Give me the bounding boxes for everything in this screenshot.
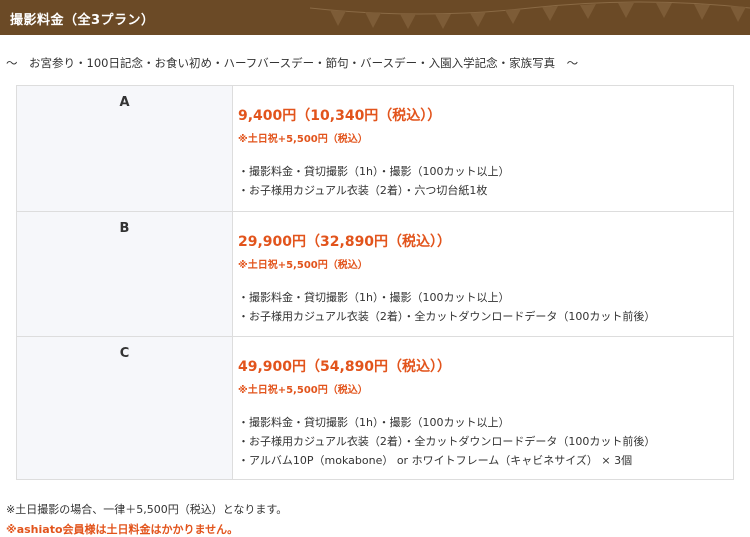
plan-row-b: B 29,900円（32,890円（税込）） ※土日祝+5,500円（税込） ・… <box>16 211 734 337</box>
bunting-decoration <box>310 1 750 29</box>
weekend-surcharge: ※土日祝+5,500円（税込） <box>238 260 368 271</box>
plan-name: B <box>16 211 233 337</box>
plan-detail: 29,900円（32,890円（税込）） ※土日祝+5,500円（税込） ・撮影… <box>232 211 734 337</box>
plan-item: ・お子様用カジュアル衣装（2着）・全カットダウンロードデータ（100カット前後） <box>238 310 656 323</box>
plan-detail: 9,400円（10,340円（税込）） ※土日祝+5,500円（税込） ・撮影料… <box>232 85 734 212</box>
weekend-surcharge: ※土日祝+5,500円（税込） <box>238 385 368 396</box>
occasion-list: ～ お宮参り・100日記念・お食い初め・ハーフバースデー・節句・バースデー・入園… <box>6 56 579 70</box>
plan-item: ・アルバム10P（mokabone） or ホワイトフレーム（キャビネサイズ） … <box>238 454 633 467</box>
plan-item: ・お子様用カジュアル衣装（2着）・全カットダウンロードデータ（100カット前後） <box>238 435 656 448</box>
weekend-surcharge: ※土日祝+5,500円（税込） <box>238 134 368 145</box>
plan-row-a: A 9,400円（10,340円（税込）） ※土日祝+5,500円（税込） ・撮… <box>16 85 734 212</box>
plan-item: ・お子様用カジュアル衣装（2着）・六つ切台紙1枚 <box>238 184 488 197</box>
plan-price: 29,900円（32,890円（税込）） <box>238 234 452 250</box>
member-note: ※ashiato会員様は土日料金はかかりません。 <box>6 523 239 536</box>
plan-name: A <box>16 85 233 212</box>
plan-item: ・撮影料金・貸切撮影（1h）・撮影（100カット以上） <box>238 165 510 178</box>
plan-price: 9,400円（10,340円（税込）） <box>238 108 442 124</box>
plan-detail: 49,900円（54,890円（税込）） ※土日祝+5,500円（税込） ・撮影… <box>232 336 734 480</box>
plan-item: ・撮影料金・貸切撮影（1h）・撮影（100カット以上） <box>238 416 510 429</box>
section-header: 撮影料金（全3プラン） <box>0 0 750 35</box>
plan-row-c: C 49,900円（54,890円（税込）） ※土日祝+5,500円（税込） ・… <box>16 336 734 480</box>
plan-name: C <box>16 336 233 480</box>
plan-price: 49,900円（54,890円（税込）） <box>238 359 452 375</box>
plan-item: ・撮影料金・貸切撮影（1h）・撮影（100カット以上） <box>238 291 510 304</box>
weekend-note: ※土日撮影の場合、一律＋5,500円（税込）となります。 <box>6 503 288 516</box>
plan-table: A 9,400円（10,340円（税込）） ※土日祝+5,500円（税込） ・撮… <box>16 85 734 480</box>
section-title: 撮影料金（全3プラン） <box>10 13 155 28</box>
